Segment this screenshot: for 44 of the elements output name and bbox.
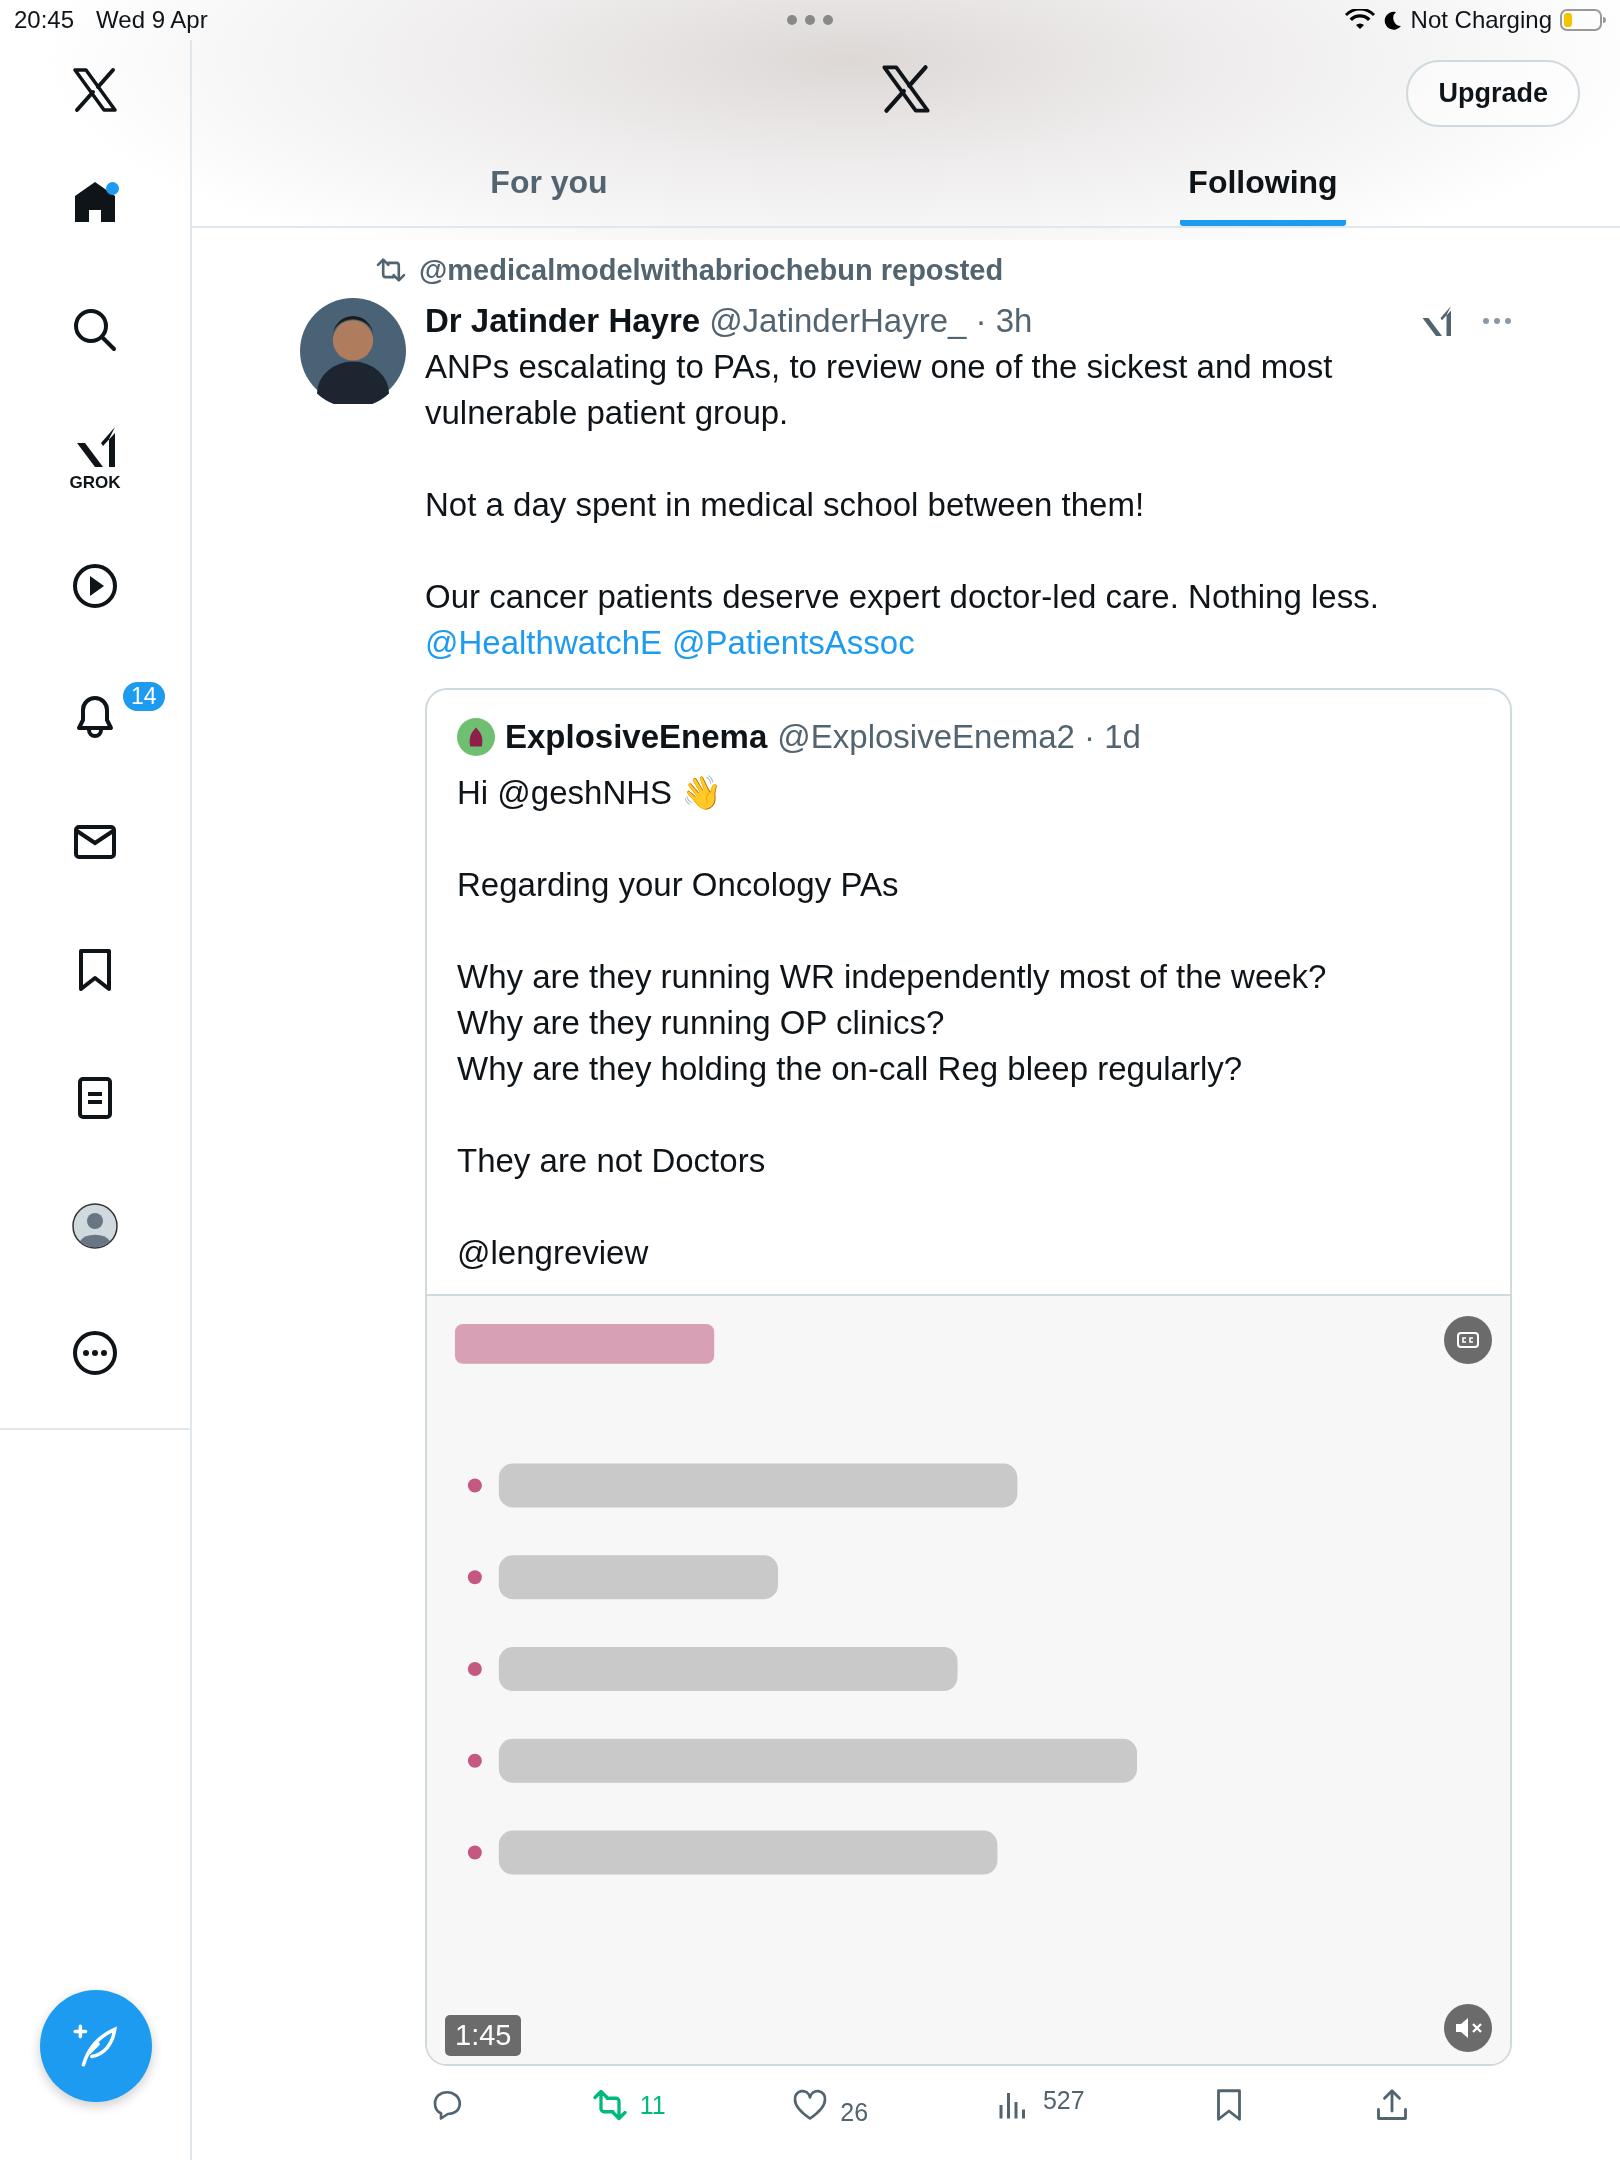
battery-icon <box>1560 9 1606 31</box>
avatar-icon[interactable] <box>71 1202 119 1250</box>
share-icon[interactable] <box>1374 2087 1410 2123</box>
more-icon[interactable] <box>71 1329 119 1377</box>
compose-button[interactable] <box>40 1990 152 2102</box>
captions-icon[interactable] <box>1444 1316 1492 1364</box>
repost-icon <box>375 257 407 283</box>
quote-text: @lengreview <box>457 1233 650 1273</box>
notification-count: 14 <box>121 680 167 713</box>
wifi-icon <box>1344 9 1375 31</box>
search-icon[interactable] <box>71 306 119 354</box>
quote-avatar[interactable] <box>457 718 495 756</box>
action-count: 11 <box>639 2090 666 2120</box>
quoted-post[interactable] <box>425 688 1512 2066</box>
repost-label[interactable]: @medicalmodelwithabriochebun reposted <box>419 253 1004 287</box>
quote-text: Hi @geshNHS 👋 <box>457 773 724 813</box>
feed-tab[interactable]: Following <box>1180 138 1346 226</box>
play-icon[interactable] <box>71 562 119 610</box>
status-date: Wed 9 Apr <box>96 6 208 34</box>
x-logo-icon[interactable] <box>880 63 932 115</box>
author-name[interactable]: Dr Jatinder Hayre <box>425 302 701 340</box>
quote-author-handle[interactable]: @ExplosiveEnema2 · 1d <box>777 718 1141 756</box>
multitask-dots-icon[interactable] <box>786 14 834 26</box>
muted-speaker-icon[interactable] <box>1444 2004 1492 2052</box>
x-logo-icon[interactable] <box>71 66 119 114</box>
battery-status: Not Charging <box>1410 6 1552 34</box>
moon-icon <box>1382 10 1403 30</box>
quote-author-name[interactable]: ExplosiveEnema <box>505 718 768 756</box>
grok-label[interactable]: GROK <box>69 473 121 493</box>
quote-text: Regarding your Oncology PAs <box>457 865 900 905</box>
post-text: ANPs escalating to PAs, to review one of the sickest and most vulnerable patient group. <box>425 347 1334 433</box>
quote-text: They are not Doctors <box>457 1141 767 1181</box>
action-count: 26 <box>840 2097 869 2127</box>
heart-icon[interactable] <box>792 2087 829 2123</box>
post-text: Our cancer patients deserve expert doctor-led care. Nothing less. <box>425 577 1380 617</box>
quote-text: Why are they running WR independently most of the week? Why are they running OP clinics? Why are they holding the on-call Reg bleep regularly? <box>457 957 1328 1089</box>
feed-tab[interactable]: For you <box>482 138 616 226</box>
author-avatar[interactable] <box>300 298 406 404</box>
upgrade-button[interactable]: Upgrade <box>1406 60 1580 127</box>
post-text: Not a day spent in medical school between them! <box>425 485 1146 525</box>
author-handle[interactable]: @JatinderHayre_ · 3h <box>709 302 1033 340</box>
status-time: 20:45 <box>14 6 75 34</box>
video-duration: 1:45 <box>445 2015 522 2056</box>
action-count: 527 <box>1042 2085 1085 2115</box>
